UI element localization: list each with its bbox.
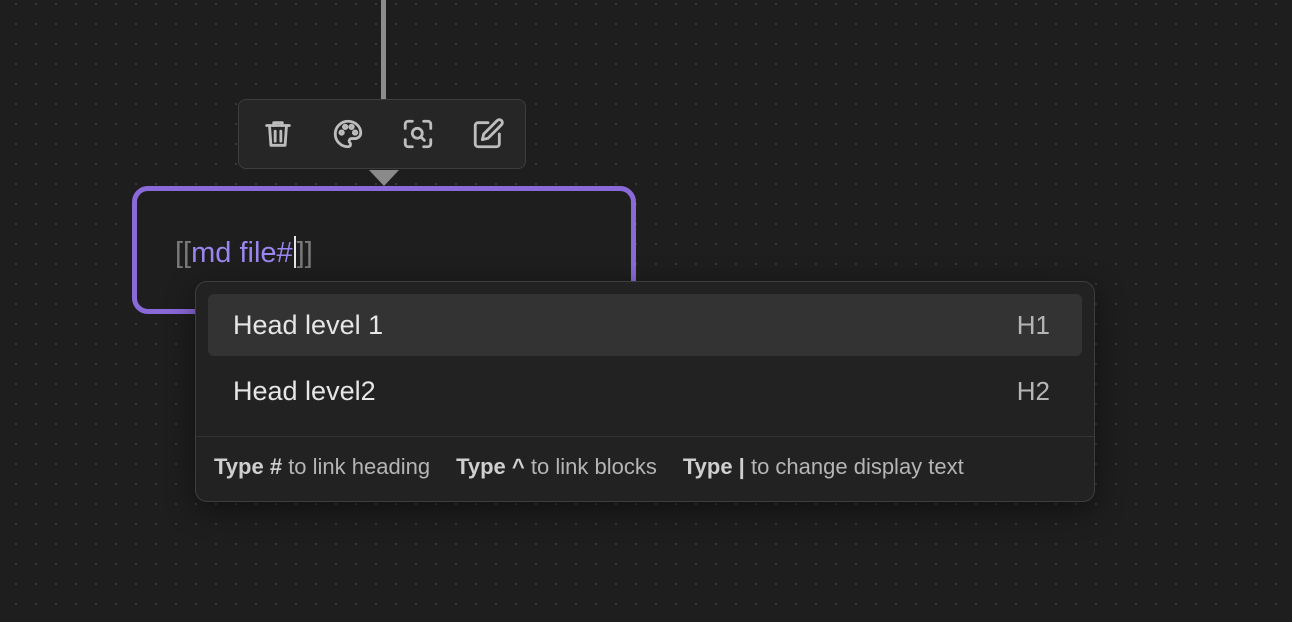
delete-button[interactable] (243, 104, 313, 164)
zoom-to-fit-icon (403, 119, 433, 149)
palette-icon (333, 119, 363, 149)
instruction-text: to link blocks (530, 454, 657, 479)
suggestion-heading-level: H2 (1016, 375, 1050, 406)
suggestion-label: Head level2 (233, 375, 376, 406)
instruction-link-blocks: Type ^ to link blocks (456, 454, 657, 480)
trash-icon (265, 121, 291, 147)
popup-divider (196, 436, 1094, 437)
zoom-to-fit-button[interactable] (383, 104, 453, 164)
suggestion-item-head-level-1[interactable]: Head level 1 H1 (208, 294, 1082, 356)
instruction-text: to change display text (750, 454, 964, 479)
suggestion-item-head-level-2[interactable]: Head level2 H2 (208, 360, 1082, 422)
close-brackets: ]] (296, 237, 313, 269)
instruction-key: Type ^ (456, 454, 525, 479)
suggestion-instructions: Type # to link heading Type ^ to link bl… (214, 454, 964, 480)
canvas-edge-line (381, 0, 386, 100)
set-color-button[interactable] (313, 104, 383, 164)
suggestion-heading-level: H1 (1016, 309, 1050, 340)
suggestion-label: Head level 1 (233, 309, 384, 340)
edit-button[interactable] (453, 104, 523, 164)
instruction-text: to link heading (288, 454, 431, 479)
node-toolbar (238, 99, 526, 169)
instruction-display-text: Type | to change display text (683, 454, 964, 480)
toolbar-pointer-arrow (369, 170, 399, 186)
link-text: md file# (191, 237, 293, 269)
edit-icon (473, 118, 504, 149)
open-brackets: [[ (175, 237, 192, 269)
instruction-link-heading: Type # to link heading (214, 454, 430, 480)
card-editor-text[interactable]: [[md file#]] (175, 236, 313, 270)
instruction-key: Type | (682, 454, 745, 479)
instruction-key: Type # (214, 454, 283, 479)
link-suggestion-popup: Head level 1 H1 Head level2 H2 Type # to… (195, 281, 1095, 502)
text-caret (293, 236, 296, 268)
